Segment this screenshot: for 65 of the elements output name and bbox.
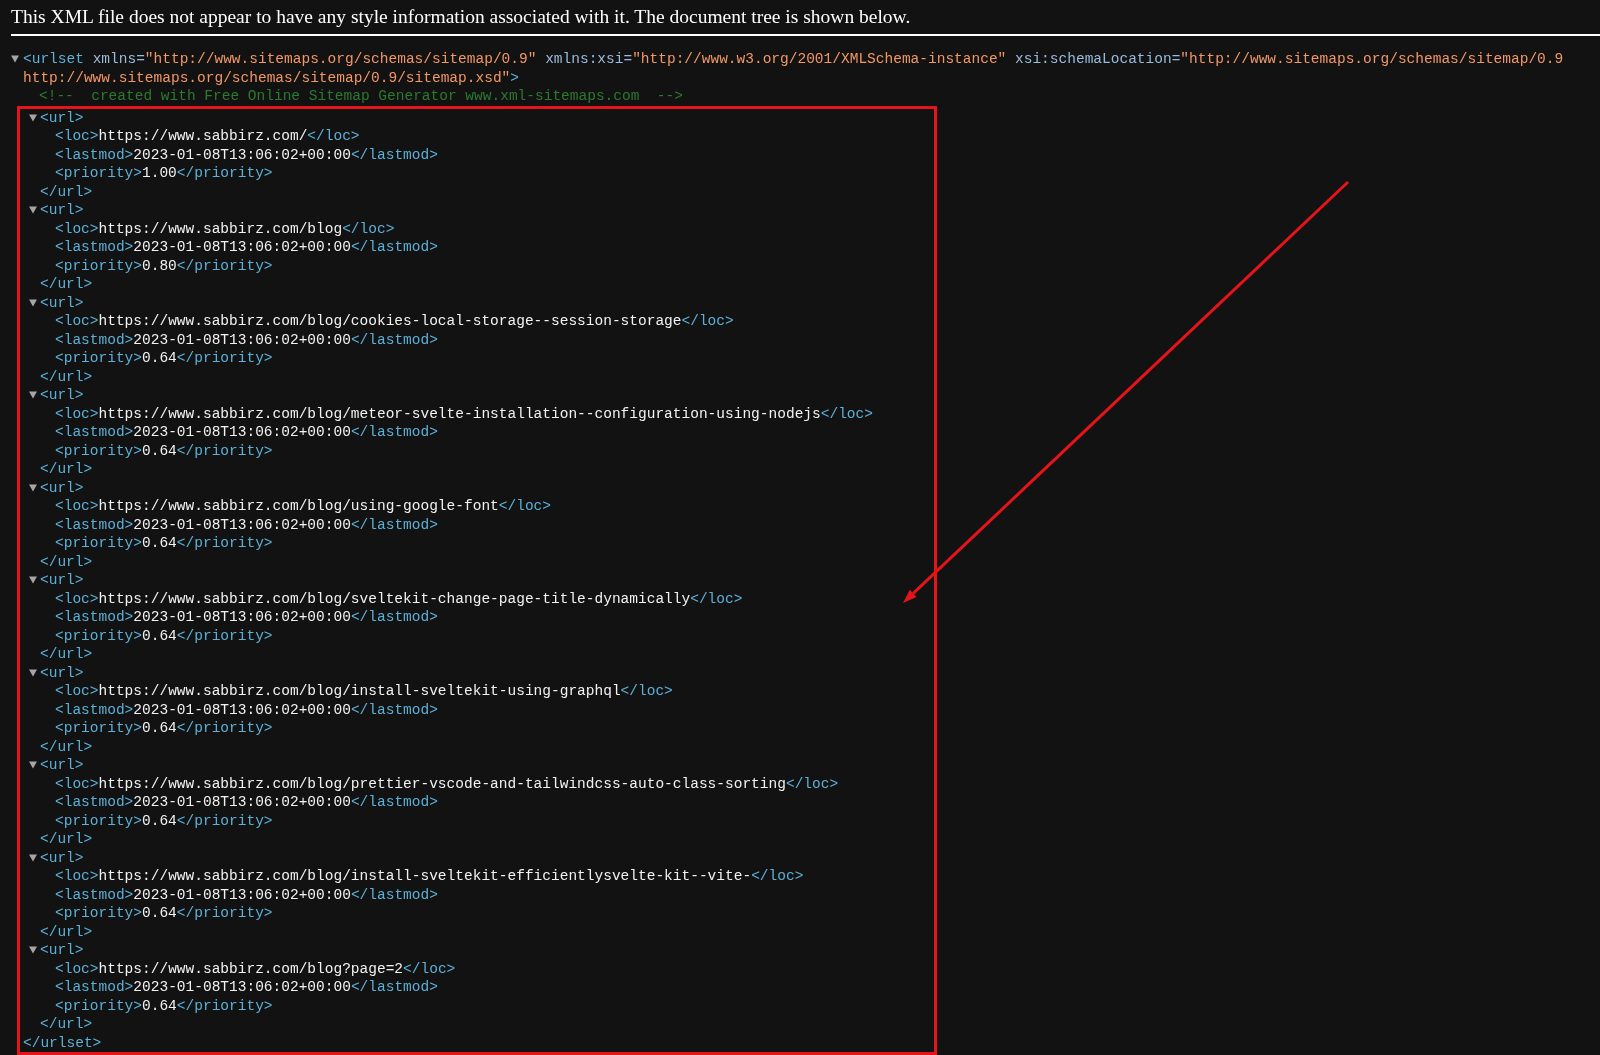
code-line: <priority>0.64</priority>	[55, 349, 273, 368]
code-line: <url>	[40, 941, 84, 960]
code-line: <lastmod>2023-01-08T13:06:02+00:00</lastmod>	[55, 330, 438, 349]
code-line: <lastmod>2023-01-08T13:06:02+00:00</lastmod>	[55, 700, 438, 719]
code-line: <loc>https://www.sabbirz.com/blog/install-sveltekit-using-graphql</loc>	[55, 682, 673, 701]
disclosure-triangle-icon[interactable]	[29, 113, 37, 122]
code-line: <lastmod>2023-01-08T13:06:02+00:00</lastmod>	[55, 885, 438, 904]
disclosure-triangle-icon[interactable]	[29, 576, 37, 584]
code-line: </url>	[40, 1015, 93, 1034]
code-line: <lastmod>2023-01-08T13:06:02+00:00</lastmod>	[55, 515, 438, 534]
code-line: <loc>https://www.sabbirz.com/blog/using-google-font</loc>	[55, 497, 551, 516]
disclosure-triangle-icon[interactable]	[29, 483, 37, 492]
code-line: <lastmod>2023-01-08T13:06:02+00:00</lastmod>	[55, 423, 438, 442]
code-line: <lastmod>2023-01-08T13:06:02+00:00</lastmod>	[55, 793, 438, 812]
code-line: <loc>https://www.sabbirz.com/blog/sveltekit-change-page-title-dynamically</loc>	[55, 589, 743, 608]
code-line: <priority>0.64</priority>	[55, 904, 273, 923]
code-line: <urlset xmlns="http://www.sitemaps.org/schemas/sitemap/0.9" xmlns:xsi="http://www.w3.org/2001/XMLSchema-instance" xsi:schemaLocation="http://www.sitemaps.org/schemas/sitemap/0.9 http://www.sitemaps.org/schemas/sitemap/0.9/sitemap.xsd">	[23, 50, 1565, 87]
code-line: <url>	[40, 386, 84, 405]
code-line: <loc>https://www.sabbirz.com/</loc>	[55, 127, 360, 146]
code-line: <url>	[40, 571, 84, 590]
code-line: </urlset>	[23, 1033, 102, 1052]
code-line: <priority>0.80</priority>	[55, 256, 273, 275]
code-line: </url>	[40, 922, 93, 941]
code-line: <priority>0.64</priority>	[55, 441, 273, 460]
disclosure-triangle-icon[interactable]	[29, 206, 37, 214]
code-line: </url>	[40, 645, 93, 664]
code-line: <loc>https://www.sabbirz.com/blog/prettier-vscode-and-tailwindcss-auto-class-sorting</loc>	[55, 774, 839, 793]
disclosure-triangle-icon[interactable]	[29, 668, 37, 677]
code-line: <url>	[40, 293, 84, 312]
code-line: <url>	[40, 478, 84, 497]
code-line: <lastmod>2023-01-08T13:06:02+00:00</lastmod>	[55, 608, 438, 627]
disclosure-triangle-icon[interactable]	[29, 391, 37, 399]
code-line: <loc>https://www.sabbirz.com/blog/meteor-svelte-installation--configuration-using-nodejs</loc>	[55, 404, 873, 423]
code-line: <lastmod>2023-01-08T13:06:02+00:00</lastmod>	[55, 238, 438, 257]
disclosure-triangle-icon[interactable]	[11, 55, 19, 63]
code-line: <loc>https://www.sabbirz.com/blog?page=2</loc>	[55, 959, 456, 978]
code-line: <url>	[40, 756, 84, 775]
code-line: </url>	[40, 830, 93, 849]
code-line: <priority>0.64</priority>	[55, 626, 273, 645]
disclosure-triangle-icon[interactable]	[29, 946, 37, 954]
xml-comment: <!-- created with Free Online Sitemap Generator www.xml-sitemaps.com -->	[39, 87, 683, 106]
disclosure-triangle-icon[interactable]	[29, 853, 37, 862]
disclosure-triangle-icon[interactable]	[29, 761, 37, 769]
code-line: <lastmod>2023-01-08T13:06:02+00:00</lastmod>	[55, 145, 438, 164]
disclosure-triangle-icon[interactable]	[29, 298, 37, 307]
code-line: </url>	[40, 737, 93, 756]
code-line: </url>	[40, 367, 93, 386]
code-line: <url>	[40, 848, 84, 867]
code-line: <priority>0.64</priority>	[55, 996, 273, 1015]
code-line: </url>	[40, 460, 93, 479]
code-line: <url>	[40, 201, 84, 220]
code-line: </url>	[40, 182, 93, 201]
xml-viewer-notice: This XML file does not appear to have any style information associated with it. The document tree is shown below.	[11, 6, 911, 28]
code-line: <loc>https://www.sabbirz.com/blog/cookies-local-storage--session-storage</loc>	[55, 312, 734, 331]
code-line: </url>	[40, 275, 93, 294]
code-line: <priority>0.64</priority>	[55, 719, 273, 738]
code-line: <priority>0.64</priority>	[55, 534, 273, 553]
code-line: <lastmod>2023-01-08T13:06:02+00:00</lastmod>	[55, 978, 438, 997]
code-line: <url>	[40, 663, 84, 682]
code-line: <url>	[40, 108, 84, 127]
code-line: <priority>1.00</priority>	[55, 164, 273, 183]
code-line: <priority>0.64</priority>	[55, 811, 273, 830]
code-line: <loc>https://www.sabbirz.com/blog</loc>	[55, 219, 395, 238]
code-line: <loc>https://www.sabbirz.com/blog/install-sveltekit-efficientlysvelte-kit--vite-</loc>	[55, 867, 804, 886]
code-line: </url>	[40, 552, 93, 571]
